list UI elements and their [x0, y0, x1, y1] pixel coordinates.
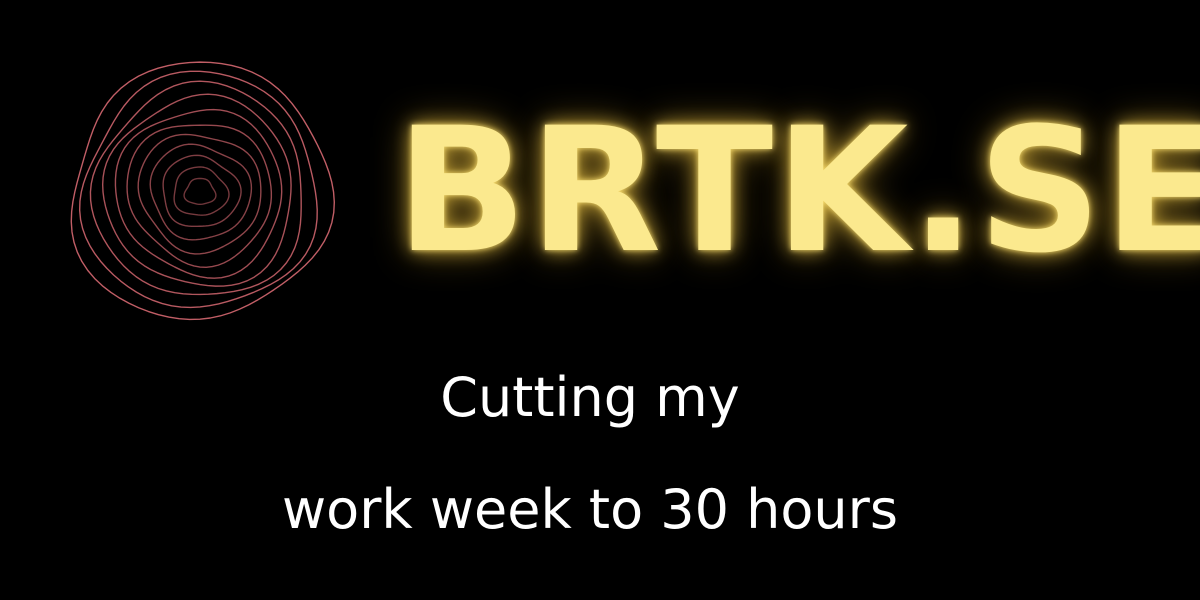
tree-ring — [101, 93, 292, 287]
tree-rings-icon — [70, 61, 335, 321]
brand-title: BRTK.SE — [396, 90, 1200, 291]
tree-ring — [173, 166, 230, 216]
tree-ring — [183, 177, 217, 206]
tree-ring — [126, 124, 273, 268]
tagline-line-2: work week to 30 hours — [282, 478, 898, 541]
tree-ring — [70, 61, 335, 321]
tagline-line-1: Cutting my — [440, 366, 740, 429]
banner: BRTK.SE Cutting my work week to 30 hours — [0, 0, 1200, 600]
tree-ring — [137, 133, 262, 255]
tree-ring — [114, 108, 283, 279]
tree-ring — [149, 143, 253, 241]
